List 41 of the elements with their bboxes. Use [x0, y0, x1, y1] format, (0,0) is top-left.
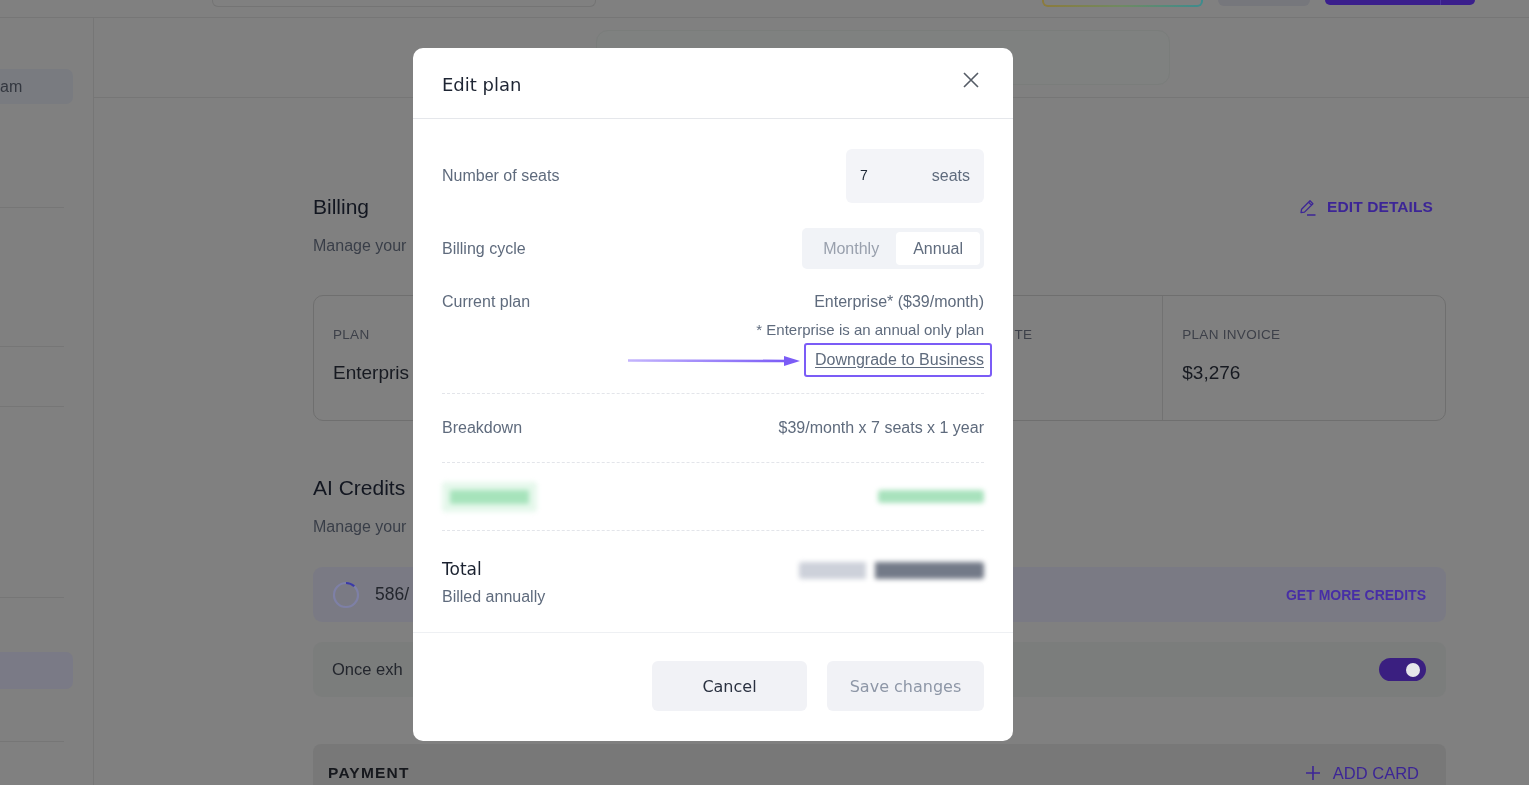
auto-recharge-label: Once exh [332, 660, 403, 679]
plan-label: PLAN [333, 327, 370, 343]
field-label: Billing cycle [442, 238, 526, 259]
pencil-icon [1298, 198, 1317, 216]
plan-name: Enterprise* ($39/month) [814, 292, 984, 312]
add-card-button[interactable]: ADD CARD [1305, 764, 1419, 782]
team-switcher[interactable]: am [0, 69, 73, 104]
billing-cycle-option[interactable]: Monthly [806, 232, 897, 265]
section-subtitle: Manage your [313, 236, 407, 256]
seats-input[interactable]: 7 [860, 167, 890, 183]
plus-icon [1305, 766, 1320, 780]
dialog-title: Edit plan [442, 73, 522, 95]
payment-title: PAYMENT [328, 764, 410, 782]
breakdown-value: $39/month x 7 seats x 1 year [778, 418, 984, 438]
field-label: Breakdown [442, 418, 523, 438]
plan-value: Enterpris [333, 361, 410, 385]
downgrade-link[interactable]: Downgrade to Business [815, 350, 984, 370]
seats-unit: seats [931, 167, 970, 185]
plan-value: $3,276 [1182, 361, 1241, 385]
arrow-icon [628, 355, 800, 367]
edit-details-button[interactable]: EDIT DETAILS [1298, 193, 1433, 221]
toggle-switch[interactable] [1379, 658, 1426, 681]
billing-cycle-option[interactable]: Annual [896, 232, 980, 265]
gradient-border-button[interactable] [1042, 0, 1203, 7]
plan-note: * Enterprise is an annual only plan [756, 320, 984, 340]
cancel-button[interactable]: Cancel [652, 661, 807, 711]
field-label: Number of seats [442, 166, 560, 186]
plan-label: PLAN INVOICE [1182, 327, 1281, 343]
close-button[interactable] [963, 72, 979, 88]
section-subtitle: Manage your [313, 517, 407, 537]
plan-label: TE [1014, 327, 1033, 343]
field-label: Current plan [442, 292, 531, 312]
primary-split-button[interactable] [1325, 0, 1475, 5]
close-icon [963, 72, 979, 88]
total-label: Total [442, 558, 483, 581]
credits-usage: 586/ [375, 584, 410, 605]
section-title: Billing [313, 194, 370, 220]
section-title: AI Credits [313, 475, 406, 501]
total-note: Billed annually [442, 587, 546, 607]
progress-ring-icon [332, 580, 360, 609]
get-more-credits-button[interactable]: GET MORE CREDITS [1286, 586, 1426, 603]
